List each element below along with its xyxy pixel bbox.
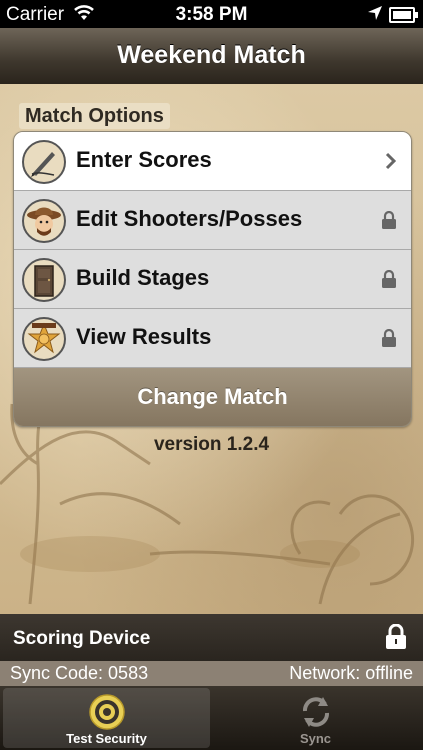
sync-code: Sync Code: 0583 xyxy=(10,663,149,683)
clock: 3:58 PM xyxy=(175,4,248,25)
tab-label: Test Security xyxy=(66,731,147,746)
navigation-bar: Weekend Match xyxy=(0,28,423,85)
page-title: Weekend Match xyxy=(117,41,306,69)
lock-icon[interactable] xyxy=(385,623,407,655)
menu-item-label: Edit Shooters/Posses xyxy=(76,206,303,231)
status-bar: Carrier 3:58 PM xyxy=(0,0,423,28)
location-arrow-icon xyxy=(367,5,383,27)
menu-item-view-results[interactable]: View Results xyxy=(14,309,411,368)
chevron-right-icon xyxy=(385,152,397,175)
lock-icon xyxy=(381,269,397,294)
menu-item-label: Build Stages xyxy=(76,265,210,290)
target-icon xyxy=(88,693,126,734)
battery-icon xyxy=(389,7,418,23)
change-match-button[interactable]: Change Match xyxy=(14,368,411,426)
menu-item-edit-shooters[interactable]: Edit Shooters/Posses xyxy=(14,191,411,250)
menu-item-enter-scores[interactable]: Enter Scores xyxy=(14,132,411,191)
scoring-device-label: Scoring Device xyxy=(13,628,151,649)
lock-icon xyxy=(381,328,397,353)
scoring-device-bar: Scoring Device xyxy=(0,614,423,661)
tab-bar: Test Security Sync xyxy=(0,686,423,750)
pen-icon xyxy=(22,140,66,184)
cowboy-icon xyxy=(22,199,66,243)
menu-item-label: View Results xyxy=(76,324,212,349)
tab-label: Sync xyxy=(299,731,332,746)
section-header: Match Options xyxy=(19,103,170,129)
sync-info-bar: Sync Code: 0583 Network: offline xyxy=(0,661,423,686)
tab-test-security[interactable]: Test Security xyxy=(3,688,210,748)
tab-sync[interactable]: Sync xyxy=(212,688,419,748)
door-icon xyxy=(22,258,66,302)
menu-item-build-stages[interactable]: Build Stages xyxy=(14,250,411,309)
sync-icon xyxy=(297,693,335,734)
network-status: Network: offline xyxy=(289,663,413,683)
lock-icon xyxy=(381,210,397,235)
version-label: version 1.2.4 xyxy=(153,434,270,455)
match-options-list: Enter Scores Edit Shooters/Posses Build … xyxy=(13,131,412,427)
sheriff-badge-icon xyxy=(22,317,66,361)
menu-item-label: Enter Scores xyxy=(76,147,212,172)
